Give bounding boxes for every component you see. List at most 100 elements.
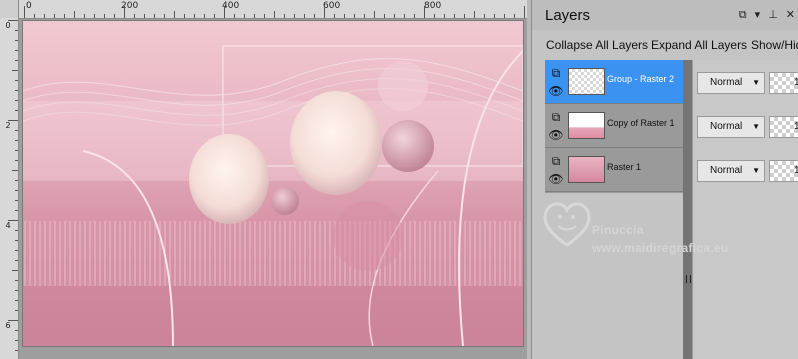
- dropdown-arrow-icon: ▼: [752, 166, 760, 175]
- ruler-corner: [0, 0, 19, 18]
- ruler-tick: [24, 6, 25, 18]
- ruler-tick: [12, 70, 18, 71]
- opacity-value: 10: [794, 77, 798, 88]
- ruler-tick: [15, 290, 18, 291]
- opacity-field[interactable]: 10: [769, 160, 798, 182]
- ruler-tick: [84, 14, 85, 18]
- dropdown-arrow-icon: ▼: [752, 78, 760, 87]
- layer-row-group-raster-2[interactable]: ⧉ 👁 Group - Raster 2: [545, 60, 688, 104]
- layer-row-raster-1[interactable]: ⧉ 👁 Raster 1: [545, 148, 688, 192]
- blend-mode-select[interactable]: Normal ▼: [697, 160, 765, 182]
- vruler-label-4: 4: [5, 221, 11, 230]
- ruler-tick: [524, 6, 525, 18]
- ruler-tick: [414, 14, 415, 18]
- ruler-tick: [15, 40, 18, 41]
- ruler-tick: [154, 14, 155, 18]
- canvas-image[interactable]: [22, 20, 524, 347]
- ruler-tick: [8, 120, 18, 121]
- ruler-tick: [284, 14, 285, 18]
- layer-name[interactable]: Group - Raster 2: [607, 74, 674, 84]
- ruler-tick: [334, 14, 335, 18]
- visibility-eye-icon[interactable]: 👁: [548, 172, 564, 186]
- ruler-tick: [424, 6, 425, 18]
- vertical-ruler: 0 2 4 6: [0, 18, 19, 359]
- pin-icon[interactable]: ⊥: [768, 9, 778, 21]
- watermark-url: www.maidiregrafica.eu: [592, 241, 729, 255]
- ruler-tick: [264, 14, 265, 18]
- ruler-tick: [214, 14, 215, 18]
- layers-toolbar: Collapse All Layers Expand All Layers Sh…: [532, 34, 798, 56]
- ruler-tick: [364, 14, 365, 18]
- ruler-tick: [8, 320, 18, 321]
- ruler-tick: [15, 180, 18, 181]
- document-workspace: 0 200 400 600 800 0 2 4 6: [0, 0, 527, 359]
- opacity-value: 10: [794, 121, 798, 132]
- ruler-tick: [204, 14, 205, 18]
- ruler-tick: [15, 100, 18, 101]
- ruler-tick: [15, 110, 18, 111]
- ruler-tick: [464, 14, 465, 18]
- group-layer-icon: ⧉: [551, 66, 561, 80]
- ruler-tick: [274, 11, 275, 18]
- panel-title: Layers: [545, 7, 591, 24]
- scrollbar-grip-icon[interactable]: [686, 275, 691, 283]
- ruler-tick: [294, 14, 295, 18]
- visibility-eye-icon[interactable]: 👁: [548, 84, 564, 98]
- close-icon[interactable]: ✕: [786, 9, 795, 21]
- opacity-field[interactable]: 10: [769, 116, 798, 138]
- ruler-tick: [134, 14, 135, 18]
- ruler-tick: [114, 14, 115, 18]
- ruler-tick: [94, 14, 95, 18]
- layer-props-row: Normal ▼ 10: [693, 148, 798, 191]
- ruler-tick: [254, 14, 255, 18]
- ruler-tick: [184, 14, 185, 18]
- ruler-tick: [314, 14, 315, 18]
- ruler-tick: [384, 14, 385, 18]
- ruler-tick: [15, 150, 18, 151]
- ruler-tick: [34, 14, 35, 18]
- ruler-tick: [15, 60, 18, 61]
- layers-panel: Layers ⧉ ▾ ⊥ ✕ Collapse All Layers Expan…: [531, 0, 798, 359]
- visibility-eye-icon[interactable]: 👁: [548, 128, 564, 142]
- ruler-tick: [454, 14, 455, 18]
- ruler-tick: [354, 14, 355, 18]
- ruler-tick: [44, 14, 45, 18]
- layer-name[interactable]: Raster 1: [607, 162, 641, 172]
- opacity-field[interactable]: 10: [769, 72, 798, 94]
- dropdown-arrow-icon: ▼: [752, 122, 760, 131]
- ruler-tick: [224, 6, 225, 18]
- ruler-tick: [15, 310, 18, 311]
- raster-layer-icon: ⧉: [551, 154, 561, 168]
- layer-thumbnail: [568, 112, 605, 139]
- expand-all-button[interactable]: Expand All Layers: [651, 38, 747, 52]
- ruler-tick: [15, 230, 18, 231]
- ruler-tick: [374, 11, 375, 18]
- ruler-tick: [15, 350, 18, 351]
- blend-mode-select[interactable]: Normal ▼: [697, 72, 765, 94]
- ruler-tick: [12, 170, 18, 171]
- layer-name[interactable]: Copy of Raster 1: [607, 118, 675, 128]
- ruler-tick: [404, 14, 405, 18]
- layer-row-copy-of-raster-1[interactable]: ⧉ 👁 Copy of Raster 1: [545, 104, 688, 148]
- ruler-tick: [494, 14, 495, 18]
- collapse-all-button[interactable]: Collapse All Layers: [546, 38, 648, 52]
- vruler-label-0: 0: [5, 21, 11, 30]
- ruler-tick: [15, 300, 18, 301]
- ruler-tick: [394, 14, 395, 18]
- ruler-tick: [484, 14, 485, 18]
- blend-mode-select[interactable]: Normal ▼: [697, 116, 765, 138]
- ruler-tick: [54, 14, 55, 18]
- ruler-label-800: 800: [424, 1, 442, 11]
- restore-icon[interactable]: ⧉: [739, 9, 747, 21]
- watermark-name: Pinuccia: [592, 223, 644, 237]
- show-hide-button[interactable]: Show/Hid: [751, 38, 798, 52]
- ruler-tick: [15, 160, 18, 161]
- ruler-tick: [144, 14, 145, 18]
- ruler-tick: [434, 14, 435, 18]
- ruler-tick: [15, 80, 18, 81]
- menu-arrow-icon[interactable]: ▾: [755, 9, 761, 21]
- canvas-artwork: [23, 21, 523, 346]
- panel-header-controls: ⧉ ▾ ⊥ ✕: [739, 9, 795, 21]
- ruler-tick: [15, 280, 18, 281]
- ruler-tick: [8, 20, 18, 21]
